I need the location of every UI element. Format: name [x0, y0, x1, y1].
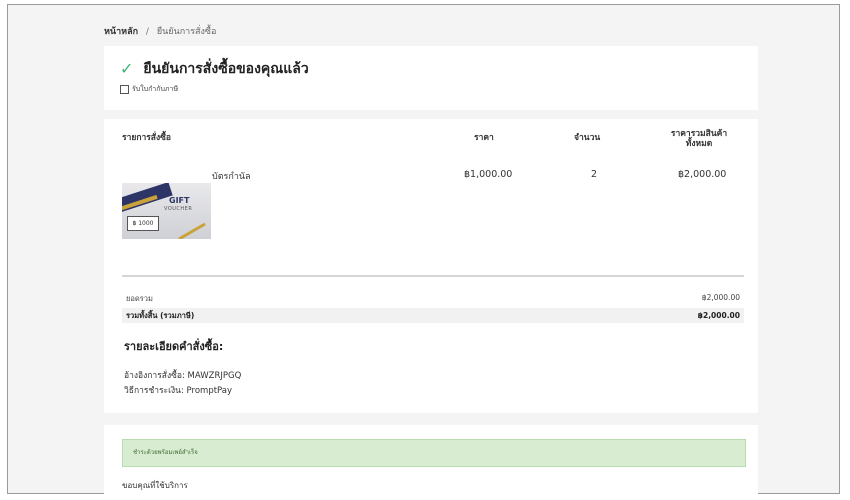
subtotal-row: ยอดรวม ฿2,000.00 — [122, 293, 744, 305]
grand-total-value: ฿2,000.00 — [697, 311, 740, 320]
confirmation-title: ยืนยันการสั่งซื้อของคุณแล้ว — [143, 61, 309, 77]
breadcrumb-separator: / — [145, 27, 149, 37]
product-price: ฿1,000.00 — [464, 169, 513, 180]
voucher-voucher-text: VOUCHER — [164, 206, 193, 212]
breadcrumb-home-link[interactable]: หน้าหลัก — [104, 27, 138, 37]
tax-invoice-checkbox[interactable] — [120, 85, 129, 94]
table-divider — [122, 275, 744, 277]
product-total: ฿2,000.00 — [678, 169, 727, 180]
product-image: GIFT VOUCHER ฿ 1000 — [122, 183, 211, 239]
voucher-amount-tag: ฿ 1000 — [127, 216, 159, 231]
order-summary-card: รายการสั่งซื้อ ราคา จำนวน ราคารวมสินค้าท… — [104, 119, 758, 413]
confirmation-card: ✓ ยืนยันการสั่งซื้อของคุณแล้ว รับใบกำกับ… — [104, 46, 758, 110]
header-quantity: จำนวน — [574, 133, 601, 143]
grand-total-row: รวมทั้งสิ้น (รวมภาษี) ฿2,000.00 — [122, 308, 744, 323]
tax-invoice-label: รับใบกำกับภาษี — [132, 85, 179, 93]
breadcrumb-current: ยืนยันการสั่งซื้อ — [156, 27, 217, 37]
thank-you-message: ขอบคุณที่ใช้บริการ — [122, 481, 188, 490]
order-reference: อ้างอิงการสั่งซื้อ: MAWZRJPGQ — [124, 371, 242, 381]
tax-invoice-option[interactable]: รับใบกำกับภาษี — [120, 84, 178, 95]
subtotal-value: ฿2,000.00 — [701, 293, 740, 302]
header-items: รายการสั่งซื้อ — [122, 133, 172, 143]
header-total: ราคารวมสินค้าทั้งหมด — [670, 129, 728, 149]
grand-total-label: รวมทั้งสิ้น (รวมภาษี) — [126, 310, 195, 320]
product-name: บัตรกำนัล — [212, 172, 251, 182]
payment-status-card: ชำระด้วยพร้อมเพย์สำเร็จ ขอบคุณที่ใช้บริก… — [104, 425, 758, 499]
check-icon: ✓ — [120, 59, 134, 78]
payment-success-alert: ชำระด้วยพร้อมเพย์สำเร็จ — [122, 439, 746, 467]
voucher-gold-stripe-bottom — [178, 222, 206, 239]
subtotal-label: ยอดรวม — [126, 294, 153, 303]
voucher-gift-text: GIFT — [169, 196, 190, 205]
breadcrumb: หน้าหลัก / ยืนยันการสั่งซื้อ — [104, 24, 216, 38]
payment-method: วิธีการชำระเงิน: PromptPay — [124, 386, 233, 396]
header-price: ราคา — [474, 133, 494, 143]
browser-frame: หน้าหลัก / ยืนยันการสั่งซื้อ ✓ ยืนยันการ… — [7, 4, 840, 499]
order-details-title: รายละเอียดคำสั่งซื้อ: — [124, 340, 224, 353]
confirmation-title-row: ✓ ยืนยันการสั่งซื้อของคุณแล้ว — [120, 58, 309, 80]
product-quantity: 2 — [591, 169, 598, 180]
